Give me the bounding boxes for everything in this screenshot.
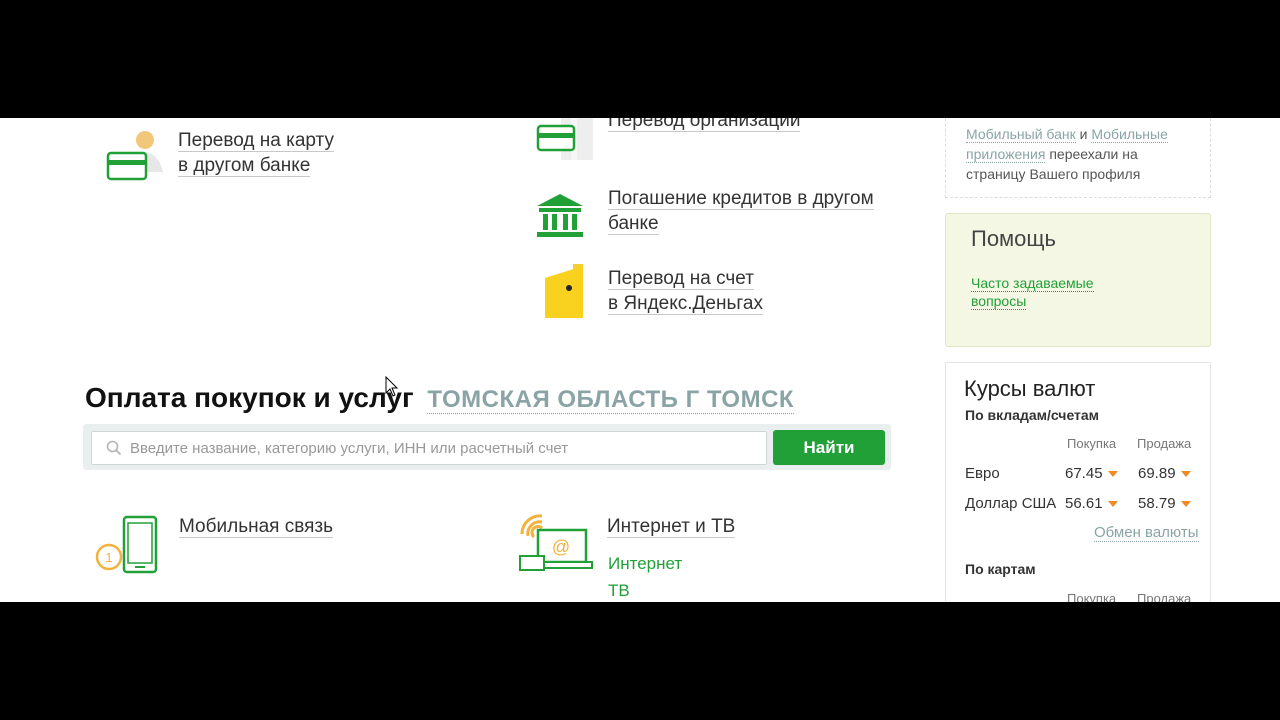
rate-value: 67.45 — [1065, 465, 1118, 482]
sell-value: 58.79 — [1138, 495, 1176, 512]
search-button[interactable]: Найти — [773, 430, 885, 465]
mobile-bank-link[interactable]: Мобильный банк — [966, 126, 1076, 143]
currency-exchange-link[interactable]: Обмен валюты — [1094, 524, 1199, 542]
faq-link[interactable]: Часто задаваемые вопросы — [971, 275, 1094, 310]
transfer-card-other-bank-link-2[interactable]: в другом банке — [178, 155, 311, 177]
sell-value: 69.89 — [1138, 465, 1176, 482]
laptop-wifi-icon: @ — [519, 514, 593, 571]
deposits-label: По вкладам/счетам — [965, 407, 1100, 423]
yandex-money-link-2[interactable]: в Яндекс.Деньгах — [608, 293, 763, 315]
loan-repayment-link-2[interactable]: банке — [608, 213, 659, 235]
mouse-cursor-icon — [385, 376, 399, 397]
loan-repayment[interactable]: Погашение кредитов в другом банке — [535, 186, 895, 246]
tv-sublink[interactable]: ТВ — [608, 577, 682, 602]
cards-label: По картам — [965, 561, 1036, 577]
payment-search-bar: Найти — [83, 424, 891, 470]
buy-value: 67.45 — [1065, 465, 1103, 482]
internet-tv-link[interactable]: Интернет и ТВ — [607, 516, 736, 538]
mobile-link[interactable]: Мобильная связь — [179, 516, 333, 538]
transfer-card-other-bank[interactable]: Перевод на карту в другом банке — [105, 126, 405, 186]
exchange-rates-box: Курсы валют По вкладам/счетам Покупка Пр… — [945, 362, 1211, 602]
help-title: Помощь — [971, 226, 1056, 251]
search-box — [91, 431, 767, 465]
payments-title: Оплата покупок и услуг — [85, 382, 414, 413]
search-input[interactable] — [128, 432, 752, 464]
currency-name: Евро — [965, 465, 1000, 482]
rates-title: Курсы валют — [964, 376, 1096, 401]
rate-value: 56.61 — [1065, 495, 1118, 512]
category-internet-tv[interactable]: @ Интернет и ТВ Интернет ТВ — [518, 514, 838, 602]
transfer-card-other-bank-link[interactable]: Перевод на карту — [178, 130, 334, 152]
payments-section-title: Оплата покупок и услуг ТОМСКАЯ ОБЛАСТЬ Г… — [85, 382, 795, 414]
rate-value: 58.79 — [1138, 495, 1191, 512]
loan-repayment-link[interactable]: Погашение кредитов в другом — [608, 188, 874, 210]
mobile-phone-icon: 1 — [95, 515, 158, 574]
moved-notice-and: и — [1075, 126, 1092, 142]
bank-building-icon — [537, 194, 583, 237]
sell-column-header-2: Продажа — [1137, 591, 1192, 602]
yandex-money-link[interactable]: Перевод на счет — [608, 268, 754, 290]
down-arrow-icon — [1107, 471, 1118, 478]
wallet-icon — [545, 264, 583, 318]
sell-column-header: Продажа — [1137, 436, 1192, 451]
moved-notice: Мобильный банк и Мобильные приложения пе… — [945, 118, 1211, 198]
down-arrow-icon — [1180, 501, 1191, 508]
rate-value: 69.89 — [1138, 465, 1191, 482]
down-arrow-icon — [1107, 501, 1118, 508]
yandex-money-transfer[interactable]: Перевод на счет в Яндекс.Деньгах — [535, 264, 835, 326]
page-viewport: Перевод на карту в другом банке Перевод … — [0, 118, 1280, 602]
person-card-icon — [106, 131, 163, 181]
buy-column-header: Покупка — [1067, 436, 1117, 451]
buy-value: 56.61 — [1065, 495, 1103, 512]
currency-name: Доллар США — [965, 495, 1057, 512]
svg-text:1: 1 — [105, 550, 112, 565]
building-card-icon — [536, 118, 593, 160]
category-mobile[interactable]: 1 Мобильная связь — [94, 514, 394, 584]
region-selector[interactable]: ТОМСКАЯ ОБЛАСТЬ Г ТОМСК — [427, 386, 795, 414]
help-box: Помощь Часто задаваемые вопросы — [945, 213, 1211, 347]
buy-column-header-2: Покупка — [1067, 591, 1117, 602]
transfer-organization[interactable]: Перевод организации — [535, 118, 855, 163]
search-icon — [106, 440, 122, 456]
transfer-organization-link[interactable]: Перевод организации — [608, 118, 801, 132]
svg-text:@: @ — [552, 537, 570, 557]
down-arrow-icon — [1180, 471, 1191, 478]
internet-sublink[interactable]: Интернет — [608, 550, 682, 577]
